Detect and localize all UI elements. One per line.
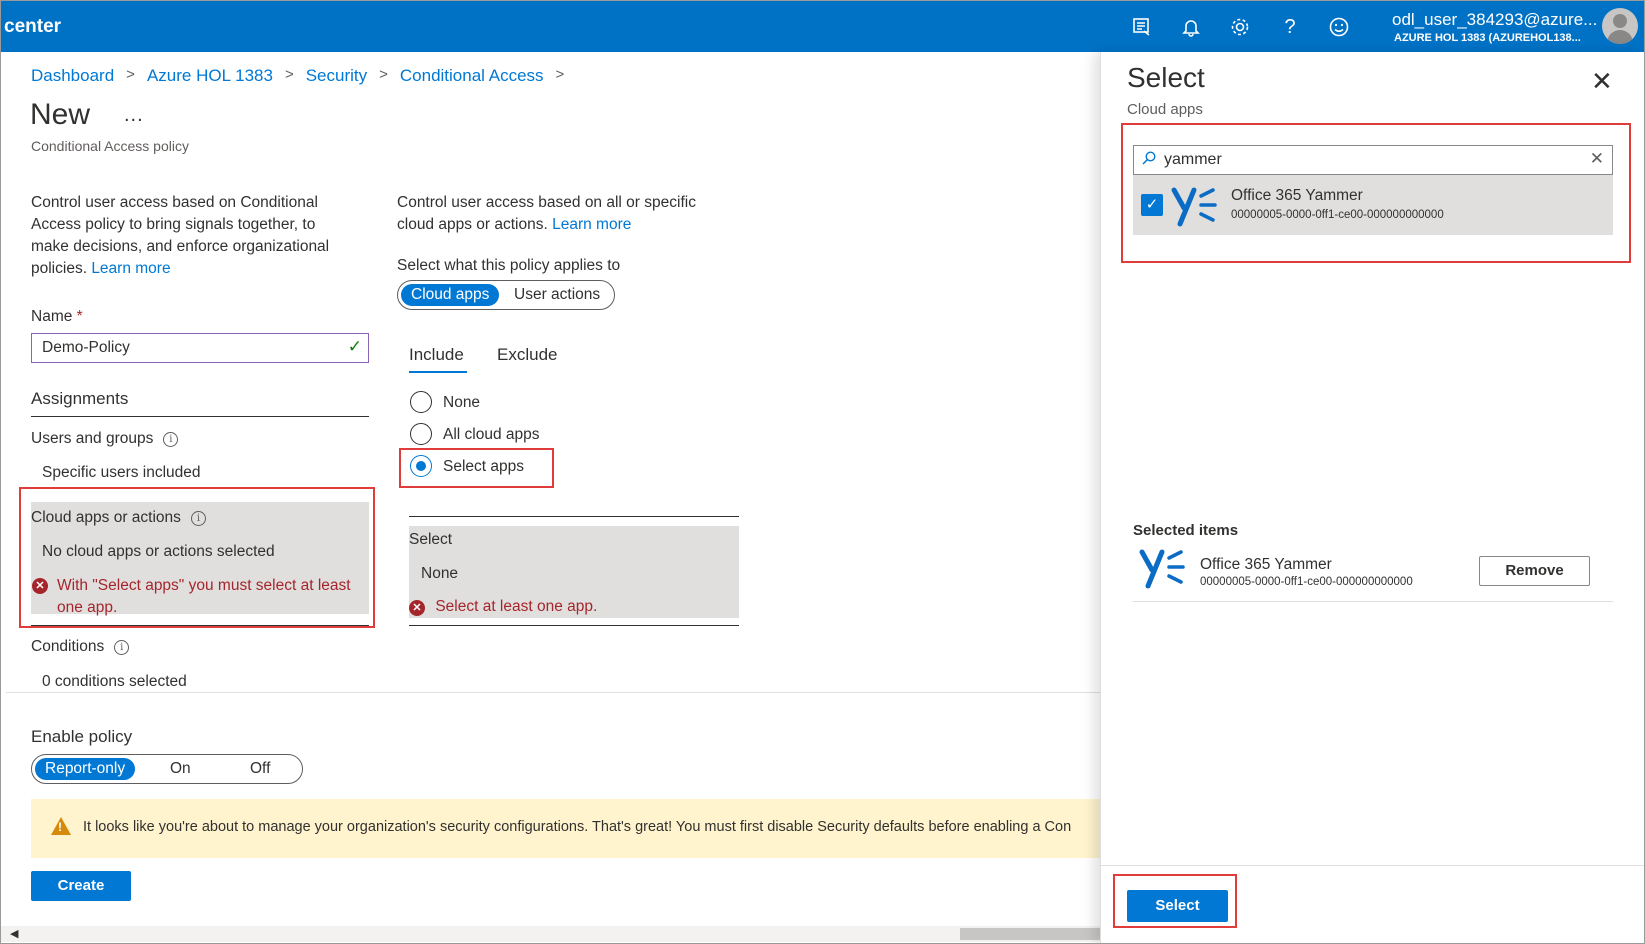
applies-to-toggle: Cloud apps User actions: [397, 280, 615, 310]
yammer-logo-icon: [1139, 549, 1185, 589]
toggle-report-only[interactable]: Report-only: [35, 758, 136, 780]
close-icon[interactable]: ✕: [1591, 68, 1613, 94]
portal-brand[interactable]: center: [4, 16, 61, 38]
avatar[interactable]: [1602, 8, 1638, 44]
learn-more-link[interactable]: Learn more: [91, 260, 170, 277]
section-divider: [6, 692, 1100, 693]
breadcrumb-tenant[interactable]: Azure HOL 1383: [147, 66, 273, 86]
security-defaults-warning: ! It looks like you're about to manage y…: [31, 799, 1103, 858]
conditions-value[interactable]: 0 conditions selected: [42, 673, 187, 691]
select-divider-top: [409, 516, 739, 517]
selected-items-heading: Selected items: [1133, 522, 1239, 539]
policy-name-value: Demo-Policy: [42, 339, 130, 356]
warning-text: It looks like you're about to manage you…: [83, 819, 1072, 835]
radio-all-cloud-apps[interactable]: [410, 423, 432, 445]
top-bar: center ? odl_user_384293@azure... AZURE …: [0, 0, 1645, 52]
info-icon[interactable]: i: [114, 640, 130, 655]
checkmark-icon: ✓: [347, 337, 362, 356]
conditions-label: Conditions i: [31, 638, 130, 656]
gear-icon[interactable]: [1223, 10, 1257, 44]
breadcrumb-security[interactable]: Security: [306, 66, 367, 86]
create-button[interactable]: Create: [31, 871, 131, 901]
toggle-on[interactable]: On: [160, 758, 201, 780]
learn-more-link[interactable]: Learn more: [552, 216, 631, 233]
assignments-heading: Assignments: [31, 389, 129, 408]
radio-none[interactable]: [410, 391, 432, 413]
chevron-right-icon: >: [126, 66, 135, 83]
toggle-cloud-apps[interactable]: Cloud apps: [401, 284, 500, 306]
tab-exclude[interactable]: Exclude: [497, 345, 557, 365]
radio-all-cloud-apps-label[interactable]: All cloud apps: [443, 426, 540, 444]
enable-policy-toggle: Report-only On Off: [31, 754, 303, 784]
highlight-select-apps: [399, 448, 554, 488]
chevron-right-icon: >: [379, 66, 388, 83]
page-title: New: [30, 98, 91, 131]
selected-items-divider: [1133, 601, 1613, 602]
toggle-off[interactable]: Off: [240, 758, 280, 780]
select-error: ✕ Select at least one app.: [409, 598, 597, 616]
policy-description: Control user access based on Conditional…: [31, 192, 351, 280]
bell-icon[interactable]: [1174, 10, 1208, 44]
selected-app-id: 00000005-0000-0ff1-ce00-000000000000: [1200, 576, 1413, 588]
select-error-text: Select at least one app.: [435, 598, 598, 615]
user-tenant[interactable]: AZURE HOL 1383 (AZUREHOL138...: [1394, 32, 1581, 44]
select-cloud-apps-panel: Select Cloud apps ✕ yammer ✕ ✓ Office 36…: [1100, 52, 1645, 944]
tab-include[interactable]: Include: [409, 345, 464, 365]
user-name[interactable]: odl_user_384293@azure...: [1392, 10, 1597, 30]
toggle-user-actions[interactable]: User actions: [504, 284, 610, 306]
radio-none-label[interactable]: None: [443, 394, 480, 412]
warning-icon: !: [51, 817, 71, 835]
breadcrumb: Dashboard > Azure HOL 1383 > Security > …: [31, 66, 576, 86]
help-icon[interactable]: ?: [1273, 10, 1307, 44]
remove-button[interactable]: Remove: [1479, 556, 1590, 586]
scroll-left-icon[interactable]: ◀: [10, 927, 18, 940]
error-icon: ✕: [409, 600, 425, 616]
applies-to-label: Select what this policy applies to: [397, 257, 621, 274]
breadcrumb-dashboard[interactable]: Dashboard: [31, 66, 114, 86]
feedback-directory-icon[interactable]: [1125, 10, 1159, 44]
chevron-right-icon: >: [555, 66, 565, 83]
chevron-right-icon: >: [284, 66, 294, 83]
panel-subtitle: Cloud apps: [1127, 101, 1203, 118]
highlight-cloud-apps: [19, 487, 375, 628]
conditions-label-text: Conditions: [31, 638, 105, 655]
tab-include-underline: [409, 371, 467, 373]
users-groups-value[interactable]: Specific users included: [42, 464, 201, 482]
users-groups-label-text: Users and groups: [31, 430, 154, 447]
smiley-icon[interactable]: [1322, 10, 1356, 44]
panel-footer-divider: [1101, 865, 1645, 866]
more-options-button[interactable]: ...: [124, 104, 144, 127]
users-groups-label: Users and groups i: [31, 430, 179, 448]
select-label: Select: [409, 531, 453, 548]
highlight-select-button: [1113, 874, 1237, 928]
enable-policy-label: Enable policy: [31, 727, 133, 746]
required-marker: *: [76, 308, 83, 325]
assignments-divider: [31, 416, 369, 417]
scrollbar-thumb[interactable]: [960, 928, 1100, 940]
breadcrumb-conditional-access[interactable]: Conditional Access: [400, 66, 544, 86]
cloud-apps-description-text: Control user access based on all or spec…: [397, 194, 696, 233]
select-divider-bottom: [409, 625, 739, 626]
policy-description-text: Control user access based on Conditional…: [31, 194, 330, 277]
highlight-search-results: [1121, 123, 1631, 263]
horizontal-scrollbar[interactable]: ◀: [0, 926, 1100, 942]
cloud-apps-description: Control user access based on all or spec…: [397, 192, 717, 236]
panel-title: Select: [1127, 62, 1205, 93]
page-subtitle: Conditional Access policy: [31, 138, 189, 154]
selected-app-name: Office 365 Yammer: [1200, 556, 1332, 573]
select-value[interactable]: None: [421, 565, 458, 583]
info-icon[interactable]: i: [163, 432, 179, 447]
policy-name-input[interactable]: Demo-Policy ✓: [31, 333, 369, 363]
name-label-text: Name: [31, 308, 73, 325]
name-label: Name *: [31, 308, 83, 326]
